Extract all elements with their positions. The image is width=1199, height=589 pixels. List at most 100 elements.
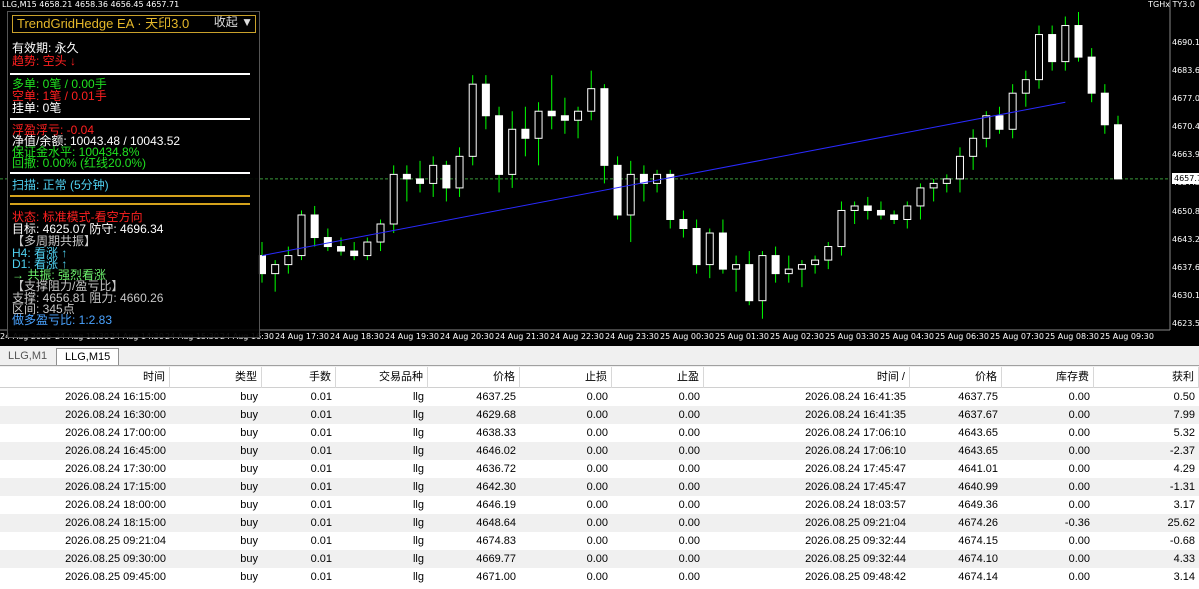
table-cell: llg: [412, 445, 424, 457]
column-header[interactable]: 获利: [1094, 367, 1199, 388]
table-cell: 2026.08.24 16:15:00: [65, 391, 166, 403]
table-cell: 4629.68: [476, 409, 516, 421]
column-header[interactable]: 止盈: [612, 367, 704, 388]
candle-body: [955, 155, 964, 180]
time-tick-label: 25 Aug 08:30: [1045, 332, 1099, 341]
table-cell: buy: [240, 481, 258, 493]
table-cell: 2026.08.25 09:32:44: [805, 553, 906, 565]
candle-body: [271, 264, 280, 275]
table-cell: 4674.83: [476, 535, 516, 547]
table-cell: 5.32: [1173, 427, 1195, 439]
candle-body: [679, 218, 688, 230]
table-cell: 2026.08.25 09:45:00: [65, 571, 166, 583]
table-cell: 0.00: [586, 391, 608, 403]
table-cell: 4637.75: [958, 391, 998, 403]
table-cell: 4674.10: [958, 553, 998, 565]
table-cell: 0.50: [1173, 391, 1195, 403]
table-cell: 4646.19: [476, 499, 516, 511]
price-tick-label: 4663.9: [1172, 150, 1199, 159]
time-tick-label: 24 Aug 21:30: [495, 332, 549, 341]
table-cell: 2026.08.25 09:21:04: [65, 535, 166, 547]
current-price-label: 4657.7: [1172, 173, 1199, 184]
column-header[interactable]: 价格: [910, 367, 1002, 388]
candle-body: [929, 182, 938, 189]
table-row[interactable]: 2026.08.24 17:15:00 buy 0.01 llg 4642.30 0.00…: [0, 478, 1199, 496]
table-cell: llg: [412, 553, 424, 565]
table-row[interactable]: 2026.08.24 17:00:00 buy 0.01 llg 4638.33 0.00…: [0, 424, 1199, 442]
table-cell: 0.00: [1068, 571, 1090, 583]
column-header[interactable]: 交易品种: [336, 367, 428, 388]
table-cell: buy: [240, 445, 258, 457]
table-cell: 0.00: [678, 463, 700, 475]
time-tick-label: 24 Aug 23:30: [605, 332, 659, 341]
table-cell: 0.00: [678, 535, 700, 547]
table-cell: 2026.08.24 17:06:10: [805, 445, 906, 457]
table-cell: 0.01: [310, 463, 332, 475]
candle-body: [758, 255, 767, 302]
time-tick-label: 25 Aug 00:30: [660, 332, 714, 341]
column-header[interactable]: 价格: [428, 367, 520, 388]
table-cell: 25.62: [1167, 517, 1195, 529]
candle-body: [547, 110, 556, 117]
table-cell: 0.00: [678, 409, 700, 421]
table-cell: 0.00: [678, 571, 700, 583]
tab-llg-m1[interactable]: LLG,M1: [0, 348, 55, 365]
table-cell: 4.29: [1173, 463, 1195, 475]
chart-tabs: LLG,M1 LLG,M15: [0, 346, 1199, 366]
tab-llg-m15[interactable]: LLG,M15: [56, 348, 120, 365]
table-row[interactable]: 2026.08.25 09:21:04 buy 0.01 llg 4674.83 0.00…: [0, 532, 1199, 550]
table-cell: 0.00: [1068, 535, 1090, 547]
table-cell: 4674.26: [958, 517, 998, 529]
table-row[interactable]: 2026.08.24 18:00:00 buy 0.01 llg 4646.19 0.00…: [0, 496, 1199, 514]
table-cell: 4646.02: [476, 445, 516, 457]
panel-collapse-button[interactable]: 收起 ▼: [214, 13, 253, 30]
candle-body: [626, 173, 635, 216]
table-row[interactable]: 2026.08.24 17:30:00 buy 0.01 llg 4636.72 0.00…: [0, 460, 1199, 478]
candle-body: [784, 268, 793, 275]
candle-body: [653, 173, 662, 184]
candle-body: [1008, 92, 1017, 130]
divider: [10, 203, 250, 205]
table-cell: 0.00: [586, 553, 608, 565]
table-cell: 0.00: [1068, 427, 1090, 439]
table-cell: 4648.64: [476, 517, 516, 529]
candle-body: [600, 88, 609, 166]
table-cell: 0.00: [586, 517, 608, 529]
column-header[interactable]: 时间: [0, 367, 170, 388]
table-row[interactable]: 2026.08.24 16:45:00 buy 0.01 llg 4646.02 0.00…: [0, 442, 1199, 460]
table-cell: 2026.08.24 17:15:00: [65, 481, 166, 493]
table-cell: 0.00: [1068, 553, 1090, 565]
time-tick-label: 25 Aug 03:30: [825, 332, 879, 341]
table-cell: 0.01: [310, 391, 332, 403]
column-header[interactable]: 时间 /: [704, 367, 910, 388]
price-tick-label: 4643.2: [1172, 235, 1199, 244]
table-cell: 0.01: [310, 499, 332, 511]
column-header[interactable]: 库存费: [1002, 367, 1094, 388]
table-row[interactable]: 2026.08.24 18:15:00 buy 0.01 llg 4648.64 0.00…: [0, 514, 1199, 532]
table-cell: 0.00: [586, 427, 608, 439]
table-cell: 0.00: [586, 535, 608, 547]
table-cell: 3.17: [1173, 499, 1195, 511]
table-cell: 0.01: [310, 553, 332, 565]
table-cell: 2026.08.24 16:41:35: [805, 391, 906, 403]
table-cell: 4671.00: [476, 571, 516, 583]
column-header[interactable]: 手数: [262, 367, 336, 388]
table-row[interactable]: 2026.08.24 16:15:00 buy 0.01 llg 4637.25 0.00…: [0, 388, 1199, 406]
column-header[interactable]: 类型: [170, 367, 262, 388]
column-header[interactable]: 止损: [520, 367, 612, 388]
pending-orders-text: 挂单: 0笔: [12, 101, 62, 115]
table-cell: 2026.08.24 18:15:00: [65, 517, 166, 529]
price-tick-label: 4630.1: [1172, 291, 1199, 300]
price-chart[interactable]: LLG,M15 4658.21 4658.36 4656.45 4657.71 …: [0, 0, 1199, 346]
candle-body: [969, 137, 978, 157]
divider: [10, 172, 250, 174]
table-cell: 2026.08.24 18:03:57: [805, 499, 906, 511]
price-tick-label: 4623.5: [1172, 319, 1199, 328]
candle-body: [495, 115, 504, 175]
table-row[interactable]: 2026.08.25 09:45:00 buy 0.01 llg 4671.00 0.00…: [0, 568, 1199, 586]
table-row[interactable]: 2026.08.24 16:30:00 buy 0.01 llg 4629.68 0.00…: [0, 406, 1199, 424]
table-row[interactable]: 2026.08.25 09:30:00 buy 0.01 llg 4669.77 0.00…: [0, 550, 1199, 568]
table-cell: -2.37: [1169, 445, 1195, 457]
table-cell: 0.01: [310, 409, 332, 421]
trend-text: 趋势: 空头 ↓: [12, 54, 77, 68]
